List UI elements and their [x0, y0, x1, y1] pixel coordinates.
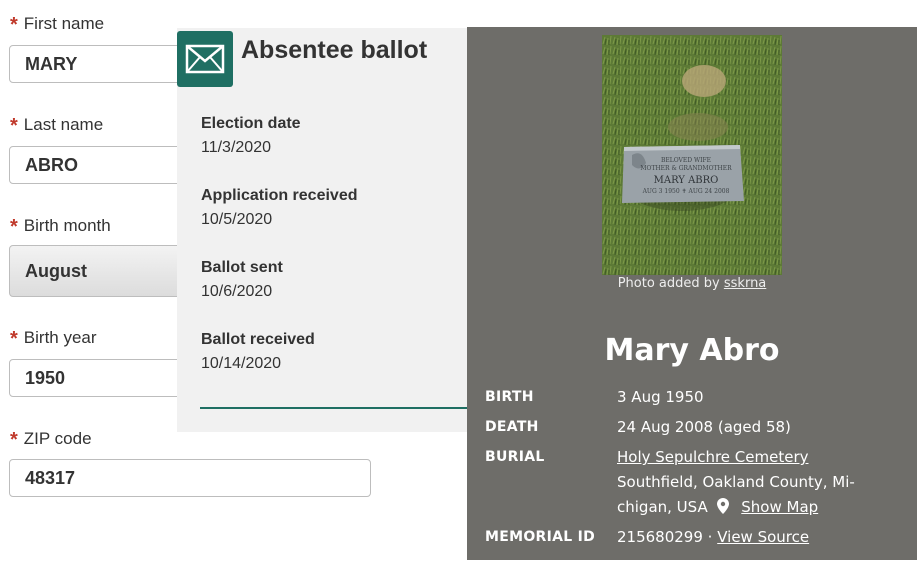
ballot-sent-label: Ballot sent — [201, 259, 283, 276]
birth-year-label: * Birth year — [10, 326, 97, 350]
ballot-received-label: Ballot received — [201, 331, 315, 348]
map-pin-icon — [716, 497, 733, 522]
birth-value: 3 Aug 1950 — [617, 388, 704, 406]
birth-month-label-text: Birth month — [23, 216, 111, 235]
election-date-label: Election date — [201, 115, 301, 132]
memorial-id-number: 215680299 — [617, 528, 703, 546]
required-mark: * — [10, 14, 18, 36]
application-received-label: Application received — [201, 187, 358, 204]
election-date-value: 11/3/2020 — [201, 139, 271, 156]
photo-credit: Photo added by sskrna — [467, 276, 917, 291]
birth-year-label-text: Birth year — [23, 328, 97, 347]
birth-label: BIRTH — [485, 389, 534, 405]
zip-code-label-text: ZIP code — [23, 429, 92, 448]
separator: · — [702, 528, 718, 546]
burial-location-line1: Southfield, Oakland County, Mi- — [617, 473, 855, 491]
required-mark: * — [10, 115, 18, 137]
photo-credit-text: Photo added by — [617, 276, 724, 291]
required-mark: * — [10, 216, 18, 238]
last-name-label-text: Last name — [23, 115, 104, 134]
memorial-id-value: 215680299 · View Source — [617, 525, 809, 550]
headstone-line2: MOTHER & GRANDMOTHER — [640, 165, 732, 172]
first-name-label: * First name — [10, 12, 105, 36]
ballot-sent-value: 10/6/2020 — [201, 283, 273, 300]
burial-location-line2: chigan, USA — [617, 498, 708, 516]
burial-value: Holy Sepulchre Cemetery Southfield, Oakl… — [617, 445, 855, 522]
burial-label: BURIAL — [485, 449, 545, 465]
ballot-title: Absentee ballot — [241, 36, 428, 64]
headstone-dates: AUG 3 1950 ✝ AUG 24 2008 — [642, 188, 730, 195]
first-name-label-text: First name — [23, 14, 105, 33]
view-source-link[interactable]: View Source — [717, 528, 809, 546]
headstone-line1: BELOVED WIFE — [661, 157, 711, 164]
envelope-icon — [177, 31, 233, 87]
application-received-value: 10/5/2020 — [201, 211, 273, 228]
ballot-received-value: 10/14/2020 — [201, 355, 282, 372]
show-map-link[interactable]: Show Map — [741, 498, 818, 516]
required-mark: * — [10, 328, 18, 350]
death-value: 24 Aug 2008 (aged 58) — [617, 418, 791, 436]
headstone-name: MARY ABRO — [654, 175, 719, 186]
zip-code-label: * ZIP code — [10, 427, 92, 451]
memorial-panel: BELOVED WIFE MOTHER & GRANDMOTHER MARY A… — [467, 27, 917, 560]
memorial-id-label: MEMORIAL ID — [485, 529, 596, 545]
divider — [200, 407, 477, 409]
birth-month-label: * Birth month — [10, 214, 111, 238]
zip-code-input[interactable]: 48317 — [9, 459, 371, 497]
headstone-photo[interactable]: BELOVED WIFE MOTHER & GRANDMOTHER MARY A… — [602, 35, 782, 275]
photo-credit-user-link[interactable]: sskrna — [724, 276, 766, 291]
last-name-label: * Last name — [10, 113, 104, 137]
cemetery-link[interactable]: Holy Sepulchre Cemetery — [617, 448, 809, 466]
absentee-ballot-card: Absentee ballot Election date 11/3/2020 … — [177, 28, 477, 432]
required-mark: * — [10, 429, 18, 451]
death-label: DEATH — [485, 419, 539, 435]
memorial-name: Mary Abro — [604, 333, 780, 368]
